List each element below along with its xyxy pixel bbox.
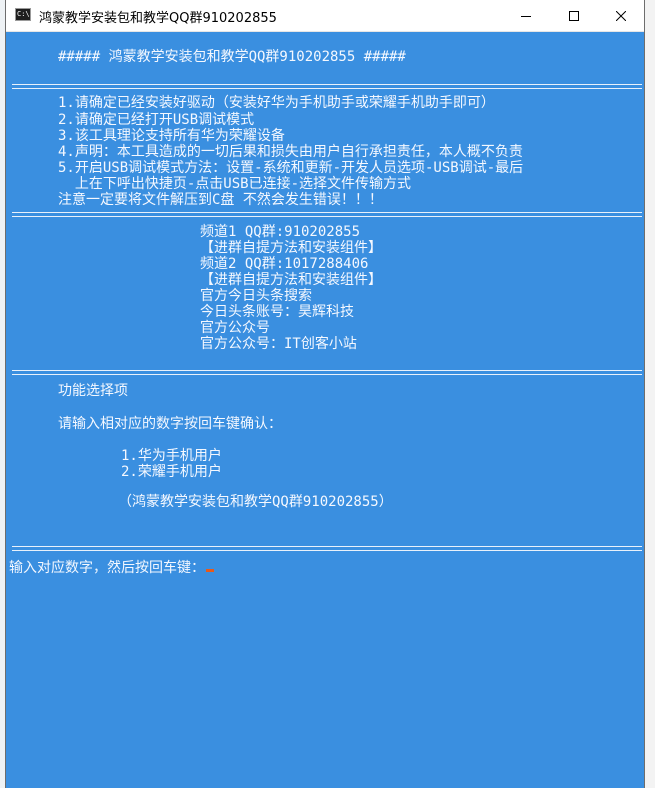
text-cursor <box>206 569 214 572</box>
menu-option: 1.华为手机用户 <box>121 448 222 464</box>
channel-line: 今日头条账号：昊辉科技 <box>200 304 354 320</box>
channel-line: 频道2 QQ群:1017288406 <box>200 256 369 272</box>
note-line: 2.请确定已经打开USB调试模式 <box>58 112 255 128</box>
channel-line: 官方公众号：IT创客小站 <box>200 336 357 352</box>
menu-title: 功能选择项 <box>58 383 128 399</box>
console-window: C:\ 鸿蒙教学安装包和教学QQ群910202855 ##### 鸿蒙教学安装包… <box>5 0 645 788</box>
note-line: 4.声明：本工具造成的一切后果和损失由用户自行承担责任，本人概不负责 <box>58 144 523 160</box>
separator-line <box>12 368 642 378</box>
input-prompt: 输入对应数字，然后按回车键： <box>9 560 205 576</box>
channel-line: 频道1 QQ群:910202855 <box>200 224 361 240</box>
note-line: 5.开启USB调试模式方法：设置-系统和更新-开发人员选项-USB调试-最后 <box>58 160 524 176</box>
title-bar[interactable]: C:\ 鸿蒙教学安装包和教学QQ群910202855 <box>6 0 644 32</box>
channel-line: 【进群自提方法和安装组件】 <box>200 240 382 256</box>
console-header: ##### 鸿蒙教学安装包和教学QQ群910202855 ##### <box>58 49 406 65</box>
separator-line <box>12 210 642 220</box>
channel-line: 【进群自提方法和安装组件】 <box>200 272 382 288</box>
input-prompt-line[interactable]: 输入对应数字，然后按回车键： <box>9 560 214 576</box>
close-icon <box>616 10 626 21</box>
menu-prompt: 请输入相对应的数字按回车键确认： <box>58 416 282 432</box>
window-title: 鸿蒙教学安装包和教学QQ群910202855 <box>39 11 277 26</box>
maximize-icon <box>569 10 579 21</box>
separator-line <box>12 544 642 554</box>
menu-option: 2.荣耀手机用户 <box>121 464 222 480</box>
maximize-button[interactable] <box>551 0 597 31</box>
footer-note: （鸿蒙教学安装包和教学QQ群910202855） <box>118 494 393 510</box>
warning-line: 注意一定要将文件解压到C盘 不然会发生错误！！！ <box>58 192 383 208</box>
channel-line: 官方今日头条搜索 <box>200 288 312 304</box>
channel-line: 官方公众号 <box>200 320 270 336</box>
note-line: 上在下呼出快捷页-点击USB已连接-选择文件传输方式 <box>58 176 411 192</box>
console-output[interactable]: ##### 鸿蒙教学安装包和教学QQ群910202855 ##### 1.请确定… <box>6 32 644 788</box>
note-line: 1.请确定已经安装好驱动（安装好华为手机助手或荣耀手机助手即可） <box>58 95 495 111</box>
minimize-button[interactable] <box>503 0 549 31</box>
minimize-icon <box>521 15 531 17</box>
note-line: 3.该工具理论支持所有华为荣耀设备 <box>58 128 285 144</box>
close-button[interactable] <box>598 0 644 31</box>
separator-line <box>12 82 642 92</box>
console-app-icon: C:\ <box>15 8 31 21</box>
